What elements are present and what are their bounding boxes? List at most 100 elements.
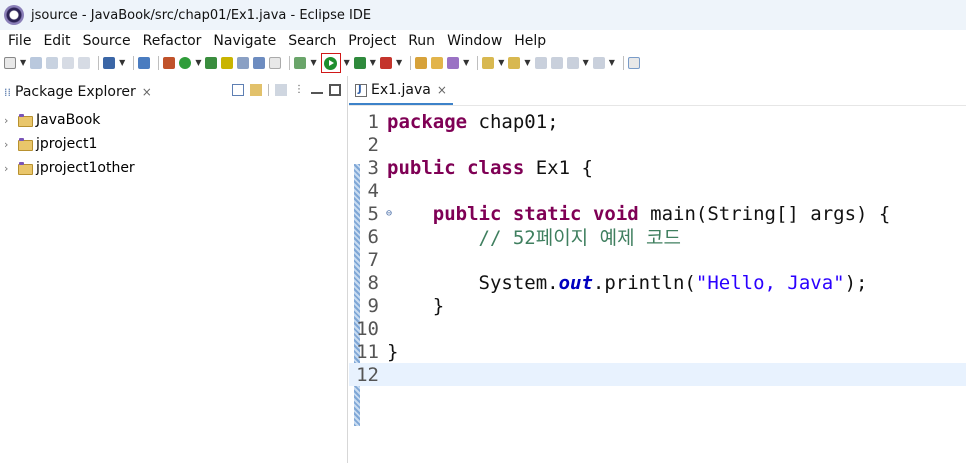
code-line[interactable]: 9 } xyxy=(349,294,966,317)
code-line[interactable]: 6 // 52페이지 예제 코드 xyxy=(349,225,966,250)
code-line[interactable]: 1 package chap01; xyxy=(349,110,966,133)
debug-dropdown-icon[interactable]: ▼ xyxy=(310,57,316,69)
toolbar-separator xyxy=(133,56,135,70)
project-tree: › JavaBook › jproject1 › jproject1other xyxy=(0,108,347,180)
last-edit-icon[interactable] xyxy=(534,57,547,69)
close-icon[interactable]: × xyxy=(142,85,152,99)
menu-search[interactable]: Search xyxy=(288,33,344,49)
code-line[interactable]: 12 xyxy=(349,363,966,386)
code-line[interactable]: 3 public class Ex1 { xyxy=(349,156,966,179)
package-explorer-tab[interactable]: Package Explorer xyxy=(15,84,136,100)
open-perspective-icon[interactable] xyxy=(627,57,640,69)
menu-navigate[interactable]: Navigate xyxy=(213,33,284,49)
tab-ex1-java[interactable]: Ex1.java × xyxy=(349,77,453,105)
code-text: } xyxy=(387,340,399,363)
new-dropdown-icon[interactable]: ▼ xyxy=(20,57,26,69)
tree-item-jproject1[interactable]: › jproject1 xyxy=(4,132,347,156)
menu-source[interactable]: Source xyxy=(83,33,139,49)
code-text: // 52페이지 예제 코드 xyxy=(478,227,681,249)
coverage-dropdown-icon[interactable]: ▼ xyxy=(370,57,376,69)
console-dropdown-icon[interactable]: ▼ xyxy=(119,57,125,69)
line-number: 2 xyxy=(367,133,379,156)
line-number: 1 xyxy=(367,110,379,133)
line-number: 12 xyxy=(356,363,379,386)
prev-annotation-icon[interactable] xyxy=(508,57,521,69)
chevron-right-icon[interactable]: › xyxy=(4,114,18,127)
outline-icon[interactable] xyxy=(253,57,266,69)
forward-icon[interactable] xyxy=(592,57,605,69)
package-explorer-view: ⁞⁞ Package Explorer × ⋮ › JavaBook › jproje… xyxy=(0,76,348,463)
back-dropdown-icon[interactable]: ▼ xyxy=(583,57,589,69)
redo-icon[interactable] xyxy=(78,57,91,69)
menu-edit[interactable]: Edit xyxy=(43,33,78,49)
search-icon[interactable] xyxy=(447,57,460,69)
undo-icon[interactable] xyxy=(62,57,75,69)
next-annotation-icon[interactable] xyxy=(482,57,495,69)
hierarchy-icon[interactable] xyxy=(237,57,250,69)
menu-bar: File Edit Source Refactor Navigate Search Proj… xyxy=(0,30,966,52)
toolbar-separator xyxy=(268,84,269,96)
external-tools-dropdown-icon[interactable]: ▼ xyxy=(396,57,402,69)
run-button[interactable] xyxy=(320,53,341,73)
menu-help[interactable]: Help xyxy=(514,33,554,49)
menu-run[interactable]: Run xyxy=(408,33,443,49)
code-line[interactable]: 8 System.out.println("Hello, Java"); xyxy=(349,271,966,294)
line-number: 4 xyxy=(367,179,379,202)
new-icon[interactable] xyxy=(4,57,16,69)
tree-item-jproject1other[interactable]: › jproject1other xyxy=(4,156,347,180)
prev-annotation-dropdown-icon[interactable]: ▼ xyxy=(524,57,530,69)
debug-icon[interactable] xyxy=(294,57,307,69)
coverage-icon[interactable] xyxy=(353,57,366,69)
package-explorer-toolbar: ⋮ xyxy=(226,84,341,96)
chevron-right-icon[interactable]: › xyxy=(4,162,18,175)
code-line[interactable]: 5 ⊖ public static void main(String[] args… xyxy=(349,202,966,225)
back-icon[interactable] xyxy=(566,57,579,69)
fold-icon[interactable]: ⊖ xyxy=(386,208,392,219)
run-dropdown-icon[interactable]: ▼ xyxy=(344,57,350,69)
save-icon[interactable] xyxy=(30,57,43,69)
mark-icon[interactable] xyxy=(221,57,234,69)
code-editor[interactable]: 1 package chap01; 2 3 public class Ex1 {4 5 ⊖ … xyxy=(349,106,966,463)
menu-project[interactable]: Project xyxy=(348,33,404,49)
new-package-icon[interactable] xyxy=(415,57,428,69)
tree-item-javabook[interactable]: › JavaBook xyxy=(4,108,347,132)
code-line[interactable]: 11} xyxy=(349,340,966,363)
code-line[interactable]: 2 xyxy=(349,133,966,156)
code-line[interactable]: 7 xyxy=(349,248,966,271)
sync-icon[interactable] xyxy=(550,57,563,69)
toggle-icon[interactable] xyxy=(163,57,176,69)
save-all-icon[interactable] xyxy=(46,57,59,69)
code-line[interactable]: 4 xyxy=(349,179,966,202)
next-annotation-dropdown-icon[interactable]: ▼ xyxy=(498,57,504,69)
refresh-dropdown-icon[interactable]: ▼ xyxy=(195,57,201,69)
tree-item-label: JavaBook xyxy=(36,112,101,128)
filter-icon[interactable] xyxy=(275,84,287,96)
menu-file[interactable]: File xyxy=(8,33,39,49)
line-number: 3 xyxy=(367,156,379,179)
project-folder-icon xyxy=(18,138,33,151)
close-icon[interactable]: × xyxy=(437,83,447,97)
task-icon[interactable] xyxy=(269,57,282,69)
link-with-editor-icon[interactable] xyxy=(250,84,262,96)
open-folder-icon[interactable] xyxy=(431,57,444,69)
line-number: 11 xyxy=(356,340,379,363)
build-icon[interactable] xyxy=(138,57,151,69)
menu-refactor[interactable]: Refactor xyxy=(143,33,210,49)
refresh-icon[interactable] xyxy=(179,57,192,69)
open-type-icon[interactable] xyxy=(205,57,218,69)
line-number: 6 xyxy=(367,225,379,248)
view-menu-icon[interactable]: ⋮ xyxy=(293,84,305,96)
toolbar-separator xyxy=(158,56,160,70)
collapse-all-icon[interactable] xyxy=(232,84,244,96)
external-tools-icon[interactable] xyxy=(379,57,392,69)
console-icon[interactable] xyxy=(103,57,116,69)
chevron-right-icon[interactable]: › xyxy=(4,138,18,151)
code-line[interactable]: 10 xyxy=(349,317,966,340)
code-text: System.out.println("Hello, Java"); xyxy=(387,271,868,294)
search-dropdown-icon[interactable]: ▼ xyxy=(463,57,469,69)
forward-dropdown-icon[interactable]: ▼ xyxy=(609,57,615,69)
minimize-icon[interactable] xyxy=(311,86,323,94)
code-text: } xyxy=(387,294,445,317)
maximize-icon[interactable] xyxy=(329,84,341,96)
menu-window[interactable]: Window xyxy=(447,33,510,49)
